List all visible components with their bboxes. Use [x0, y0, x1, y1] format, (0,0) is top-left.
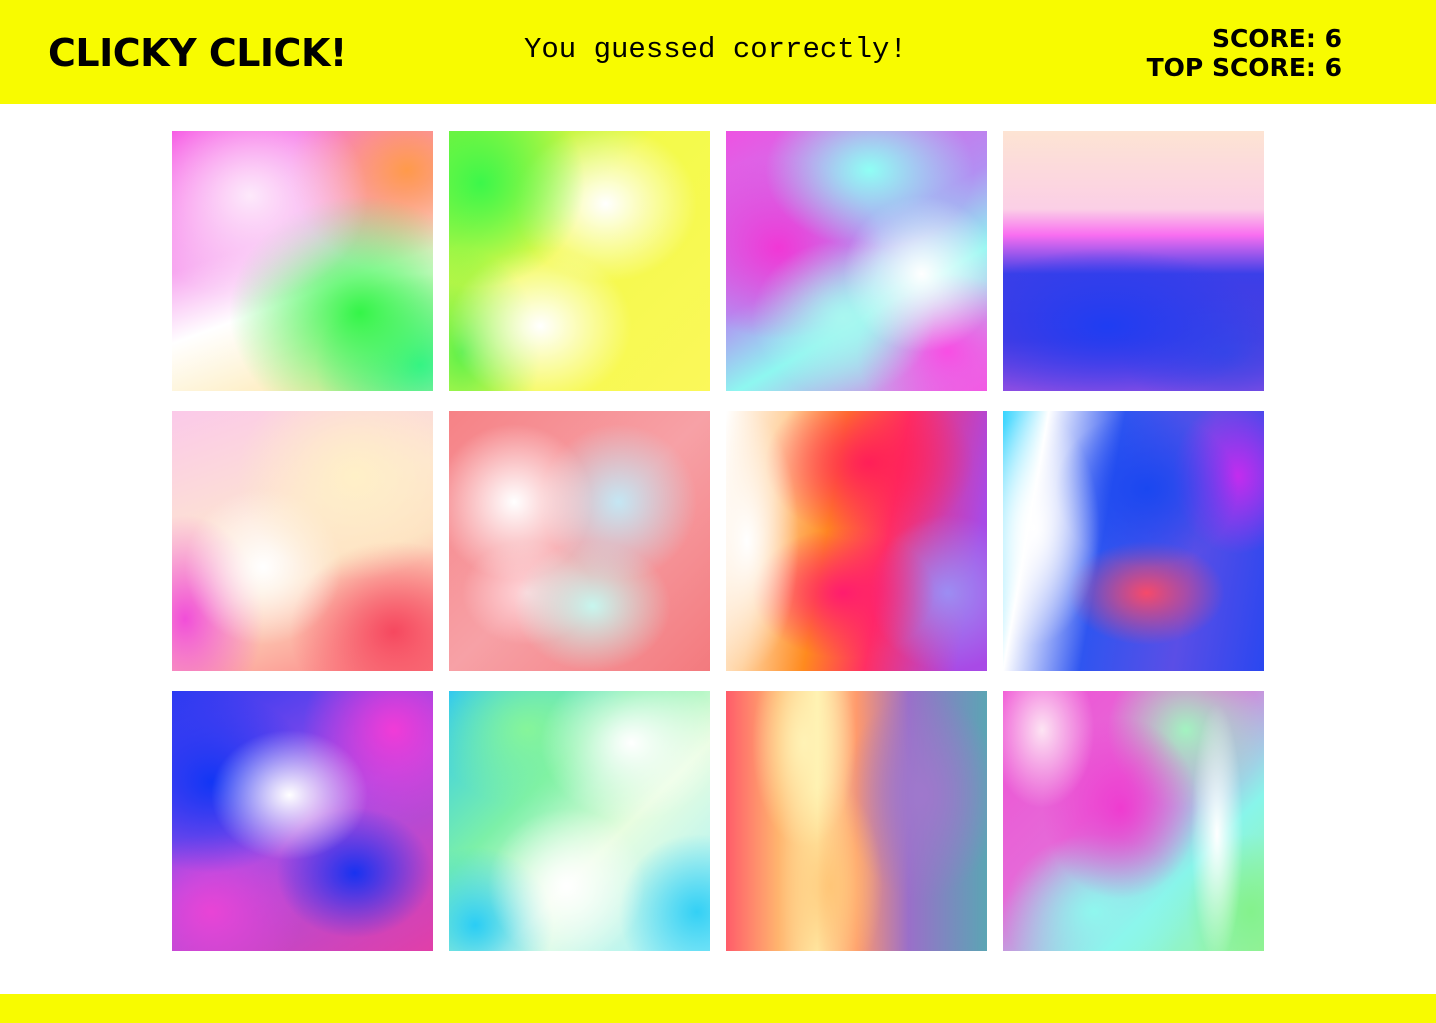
gradient-image-5[interactable]: [172, 411, 433, 671]
top-score-label: TOP SCORE:: [1146, 53, 1325, 82]
score-label: SCORE:: [1211, 24, 1325, 53]
status-message: You guessed correctly!: [524, 33, 907, 66]
gradient-image-9[interactable]: [172, 691, 433, 951]
gradient-image-1[interactable]: [172, 131, 433, 391]
gradient-image-2[interactable]: [449, 131, 710, 391]
gradient-image-4[interactable]: [1003, 131, 1264, 391]
brand-title[interactable]: CLICKY CLICK!: [48, 33, 347, 73]
gradient-image-7[interactable]: [726, 411, 987, 671]
score-value: 6: [1324, 24, 1342, 53]
gradient-image-8[interactable]: [1003, 411, 1264, 671]
image-grid: [172, 131, 1264, 951]
gradient-image-10[interactable]: [449, 691, 710, 951]
top-score-value: 6: [1324, 53, 1342, 82]
top-bar: CLICKY CLICK! You guessed correctly! SCO…: [0, 0, 1436, 104]
gradient-image-12[interactable]: [1003, 691, 1264, 951]
gradient-image-6[interactable]: [449, 411, 710, 671]
gradient-image-11[interactable]: [726, 691, 987, 951]
score-row: SCORE: 6: [1147, 24, 1342, 53]
score-panel: SCORE: 6 TOP SCORE: 6: [1147, 24, 1342, 82]
gradient-image-3[interactable]: [726, 131, 987, 391]
bottom-bar: [0, 994, 1436, 1023]
top-score-row: TOP SCORE: 6: [1147, 53, 1342, 82]
